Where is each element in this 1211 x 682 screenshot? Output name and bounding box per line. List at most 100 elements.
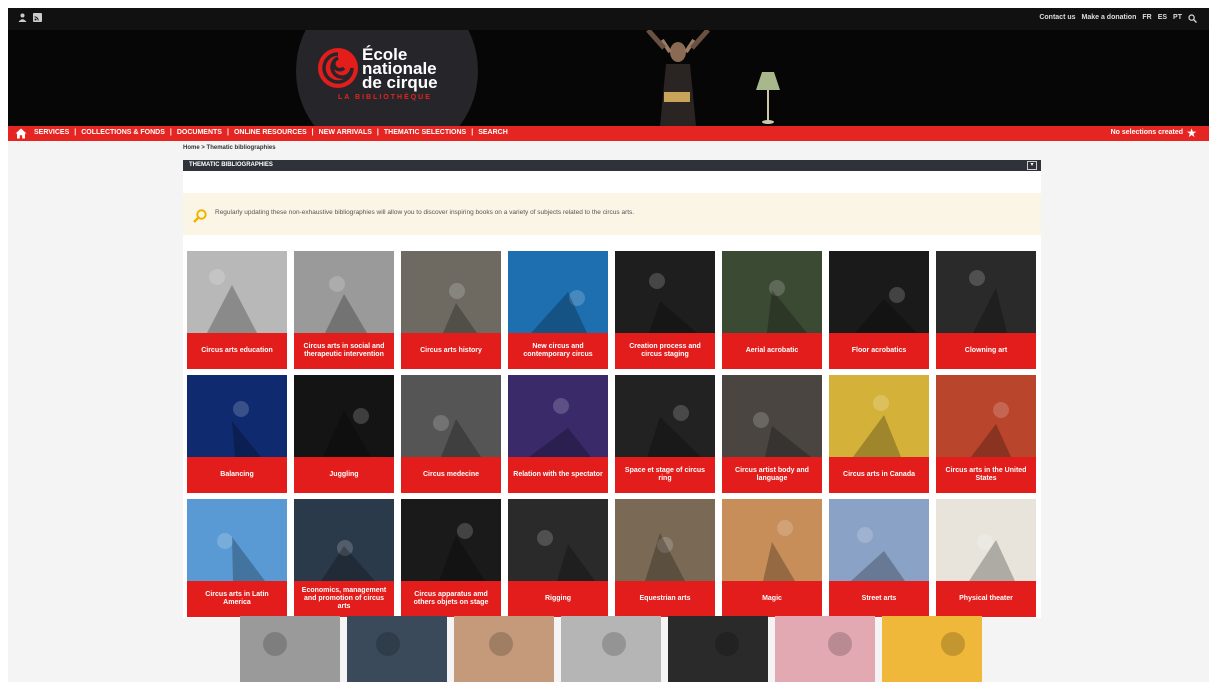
lang-fr-link[interactable]: FR	[1142, 14, 1151, 25]
card-label[interactable]: Circus medecine	[401, 457, 501, 493]
card-label[interactable]: Relation with the spectator	[508, 457, 608, 493]
logo-wordmark[interactable]: École nationale de cirque	[362, 46, 438, 91]
card-thumbnail[interactable]	[829, 251, 929, 333]
logo-swirl-icon[interactable]	[316, 46, 360, 90]
card-label[interactable]: Circus arts history	[401, 333, 501, 369]
bibliography-card[interactable]: Circus arts in Canada	[829, 375, 929, 493]
home-icon[interactable]	[15, 128, 27, 139]
bibliography-card[interactable]: Juggling	[294, 375, 394, 493]
bibliography-card[interactable]: Balancing	[187, 375, 287, 493]
bibliography-card[interactable]: Circus arts in social and therapeutic in…	[294, 251, 394, 369]
card-label[interactable]: Rigging	[508, 581, 608, 617]
card-label[interactable]: New circus and contemporary circus	[508, 333, 608, 369]
bibliography-card[interactable]: Floor acrobatics	[829, 251, 929, 369]
bottom-thumbnail[interactable]	[561, 616, 661, 682]
card-thumbnail[interactable]	[508, 499, 608, 581]
bibliography-card[interactable]: Street arts	[829, 499, 929, 617]
card-thumbnail[interactable]	[722, 251, 822, 333]
bottom-thumbnail[interactable]	[347, 616, 447, 682]
bibliography-card[interactable]: Aerial acrobatic	[722, 251, 822, 369]
card-label[interactable]: Physical theater	[936, 581, 1036, 617]
card-thumbnail[interactable]	[615, 499, 715, 581]
bottom-thumbnail[interactable]	[454, 616, 554, 682]
bibliography-card[interactable]: Circus arts in Latin America	[187, 499, 287, 617]
bibliography-card[interactable]: Circus artist body and language	[722, 375, 822, 493]
bottom-thumbnail[interactable]	[882, 616, 982, 682]
card-thumbnail[interactable]	[401, 375, 501, 457]
bibliography-card[interactable]: Circus arts education	[187, 251, 287, 369]
card-thumbnail[interactable]	[615, 251, 715, 333]
bibliography-card[interactable]: Rigging	[508, 499, 608, 617]
breadcrumb-home[interactable]: Home	[183, 145, 200, 151]
card-thumbnail[interactable]	[829, 499, 929, 581]
card-thumbnail[interactable]	[187, 375, 287, 457]
bibliography-card[interactable]: Circus arts history	[401, 251, 501, 369]
card-label[interactable]: Magic	[722, 581, 822, 617]
bibliography-card[interactable]: Magic	[722, 499, 822, 617]
card-label[interactable]: Circus arts in the United States	[936, 457, 1036, 493]
donation-link[interactable]: Make a donation	[1082, 14, 1137, 25]
card-thumbnail[interactable]	[187, 251, 287, 333]
card-thumbnail[interactable]	[294, 375, 394, 457]
card-label[interactable]: Circus arts education	[187, 333, 287, 369]
nav-item-collections[interactable]: COLLECTIONS & FONDS	[81, 129, 165, 136]
bibliography-card[interactable]: Circus medecine	[401, 375, 501, 493]
card-label[interactable]: Circus arts in Latin America	[187, 581, 287, 617]
search-icon[interactable]	[1188, 14, 1197, 25]
bibliography-card[interactable]: Circus arts in the United States	[936, 375, 1036, 493]
card-label[interactable]: Juggling	[294, 457, 394, 493]
nav-item-new-arrivals[interactable]: NEW ARRIVALS	[319, 129, 372, 136]
card-thumbnail[interactable]	[936, 499, 1036, 581]
lang-es-link[interactable]: ES	[1158, 14, 1167, 25]
bibliography-card[interactable]: Creation process and circus staging	[615, 251, 715, 369]
card-thumbnail[interactable]	[936, 251, 1036, 333]
dropdown-toggle-icon[interactable]: ▾	[1027, 161, 1037, 170]
card-label[interactable]: Creation process and circus staging	[615, 333, 715, 369]
card-label[interactable]: Circus arts in social and therapeutic in…	[294, 333, 394, 369]
bibliography-card[interactable]: Circus apparatus amd others objets on st…	[401, 499, 501, 617]
bibliography-card[interactable]: New circus and contemporary circus	[508, 251, 608, 369]
card-label[interactable]: Balancing	[187, 457, 287, 493]
bottom-thumbnail[interactable]	[668, 616, 768, 682]
selections-status[interactable]: No selections created	[1111, 129, 1183, 136]
card-thumbnail[interactable]	[722, 499, 822, 581]
card-thumbnail[interactable]	[829, 375, 929, 457]
card-thumbnail[interactable]	[722, 375, 822, 457]
card-label[interactable]: Clowning art	[936, 333, 1036, 369]
nav-item-search[interactable]: SEARCH	[478, 129, 508, 136]
bibliography-card[interactable]: Equestrian arts	[615, 499, 715, 617]
card-thumbnail[interactable]	[401, 251, 501, 333]
card-thumbnail[interactable]	[508, 251, 608, 333]
card-label[interactable]: Street arts	[829, 581, 929, 617]
card-thumbnail[interactable]	[936, 375, 1036, 457]
nav-item-documents[interactable]: DOCUMENTS	[177, 129, 222, 136]
rss-icon[interactable]	[33, 13, 42, 22]
bibliography-card[interactable]: Clowning art	[936, 251, 1036, 369]
card-label[interactable]: Economics, management and promotion of c…	[294, 581, 394, 617]
nav-item-thematic-selections[interactable]: THEMATIC SELECTIONS	[384, 129, 466, 136]
card-label[interactable]: Circus arts in Canada	[829, 457, 929, 493]
user-icon[interactable]	[18, 13, 27, 22]
card-label[interactable]: Aerial acrobatic	[722, 333, 822, 369]
card-thumbnail[interactable]	[615, 375, 715, 457]
card-label[interactable]: Equestrian arts	[615, 581, 715, 617]
card-label[interactable]: Circus artist body and language	[722, 457, 822, 493]
card-label[interactable]: Floor acrobatics	[829, 333, 929, 369]
card-thumbnail[interactable]	[187, 499, 287, 581]
star-icon[interactable]: ★	[1186, 127, 1197, 139]
contact-link[interactable]: Contact us	[1039, 14, 1075, 25]
card-thumbnail[interactable]	[294, 251, 394, 333]
bibliography-card[interactable]: Space et stage of circus ring	[615, 375, 715, 493]
bottom-thumbnail[interactable]	[775, 616, 875, 682]
card-label[interactable]: Space et stage of circus ring	[615, 457, 715, 493]
bibliography-card[interactable]: Economics, management and promotion of c…	[294, 499, 394, 617]
bibliography-card[interactable]: Relation with the spectator	[508, 375, 608, 493]
lang-pt-link[interactable]: PT	[1173, 14, 1182, 25]
nav-item-online-resources[interactable]: ONLINE RESOURCES	[234, 129, 307, 136]
card-label[interactable]: Circus apparatus amd others objets on st…	[401, 581, 501, 617]
bibliography-card[interactable]: Physical theater	[936, 499, 1036, 617]
card-thumbnail[interactable]	[508, 375, 608, 457]
card-thumbnail[interactable]	[294, 499, 394, 581]
bottom-thumbnail[interactable]	[240, 616, 340, 682]
nav-item-services[interactable]: SERVICES	[34, 129, 69, 136]
